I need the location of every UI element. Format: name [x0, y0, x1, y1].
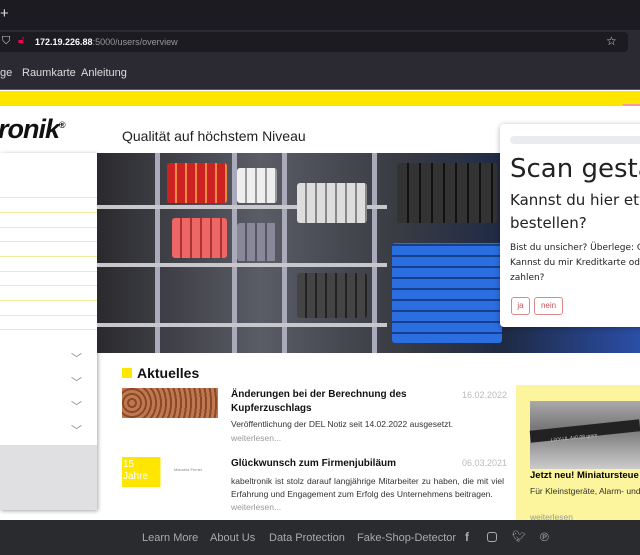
- news-date: 06.03.2021: [462, 458, 508, 468]
- news-title[interactable]: Änderungen bei der Berechnung des Kupfer…: [231, 388, 431, 416]
- url-host: 172.19.226.88: [35, 37, 93, 47]
- footer-link-data-protection[interactable]: Data Protection: [269, 532, 345, 544]
- lock-insecure-icon: 🔓︎: [18, 35, 25, 46]
- popup-question-2: bestellen?: [510, 214, 587, 232]
- chevron-down-icon[interactable]: ﹀: [71, 422, 83, 437]
- no-button[interactable]: nein: [534, 297, 563, 315]
- logo[interactable]: ronik®: [0, 114, 66, 145]
- scan-progress-bar: [510, 136, 640, 144]
- tagline: Qualität auf höchstem Niveau: [122, 128, 306, 144]
- footer: Learn More About Us Data Protection Fake…: [0, 520, 640, 555]
- pinterest-icon[interactable]: ℗: [540, 530, 549, 544]
- popup-hint-line: zahlen?: [510, 273, 545, 283]
- bookmarks-bar: ge Raumkarte Anleitung: [0, 55, 640, 90]
- news-title[interactable]: Glückwunsch zum Firmenjubiläum: [231, 457, 396, 471]
- section-marker: [122, 368, 132, 378]
- bookmark-raumkarte[interactable]: Raumkarte: [22, 67, 76, 79]
- popup-hint-line: Kannst du mir Kreditkarte od: [510, 258, 640, 268]
- popup-hint-line: Bist du unsicher? Überlege: G: [510, 243, 640, 253]
- read-more-link[interactable]: weiterlesen...: [231, 433, 281, 443]
- footer-link-learn-more[interactable]: Learn More: [142, 532, 198, 544]
- promo-text: Für Kleinstgeräte, Alarm- und etc.,: [530, 486, 640, 496]
- news-thumb-copper[interactable]: [122, 388, 218, 418]
- popup-question: Kannst du hier etwa: [510, 191, 640, 209]
- news-heading: Aktuelles: [137, 365, 200, 381]
- news-text: Veröffentlichung der DEL Notiz seit 14.0…: [231, 419, 454, 429]
- promo-box: LiYY-UL 4x0,08 qmm Jetzt neu! Miniaturst…: [516, 385, 640, 522]
- new-tab-button[interactable]: +: [0, 5, 9, 22]
- instagram-icon[interactable]: [487, 532, 497, 542]
- bookmark-anleitung[interactable]: Anleitung: [81, 67, 127, 79]
- chevron-down-icon[interactable]: ﹀: [71, 398, 83, 413]
- promo-title[interactable]: Jetzt neu! Miniatursteue: [530, 470, 639, 481]
- sidebar-footer-block: [0, 445, 97, 510]
- browser-tab-bar: +: [0, 0, 640, 30]
- facebook-icon[interactable]: f: [465, 530, 469, 544]
- url-path: :5000/users/overview: [92, 37, 178, 47]
- footer-link-about-us[interactable]: About Us: [210, 532, 255, 544]
- news-thumb-anniversary[interactable]: 15 Jahre Manuela Ferner: [122, 457, 218, 487]
- read-more-link[interactable]: weiterlesen...: [231, 502, 281, 512]
- sidebar-menu: ﹀ ﹀ ﹀ ﹀: [0, 153, 97, 510]
- address-bar[interactable]: ⛉ 🔓︎ 172.19.226.88:5000/users/overview ☆: [0, 32, 628, 52]
- footer-link-fake-shop-detector[interactable]: Fake-Shop-Detector: [357, 532, 456, 544]
- chevron-down-icon[interactable]: ﹀: [71, 350, 83, 365]
- twitter-icon[interactable]: 🐦︎: [512, 530, 526, 543]
- news-date: 16.02.2022: [462, 390, 508, 400]
- bookmark-star-icon[interactable]: ☆: [606, 34, 617, 48]
- promo-cable-image[interactable]: LiYY-UL 4x0,08 qmm: [529, 401, 640, 469]
- top-yellow-bar: [0, 91, 640, 106]
- news-text: kabeltronik ist stolz darauf langjährige…: [231, 476, 504, 499]
- shield-icon: ⛉: [2, 35, 11, 47]
- scan-popup: Scan gestar Kannst du hier etwa bestelle…: [500, 124, 640, 327]
- yes-button[interactable]: ja: [511, 297, 530, 315]
- bookmark-item[interactable]: ge: [0, 67, 12, 79]
- popup-title: Scan gestar: [510, 154, 640, 184]
- chevron-down-icon[interactable]: ﹀: [71, 374, 83, 389]
